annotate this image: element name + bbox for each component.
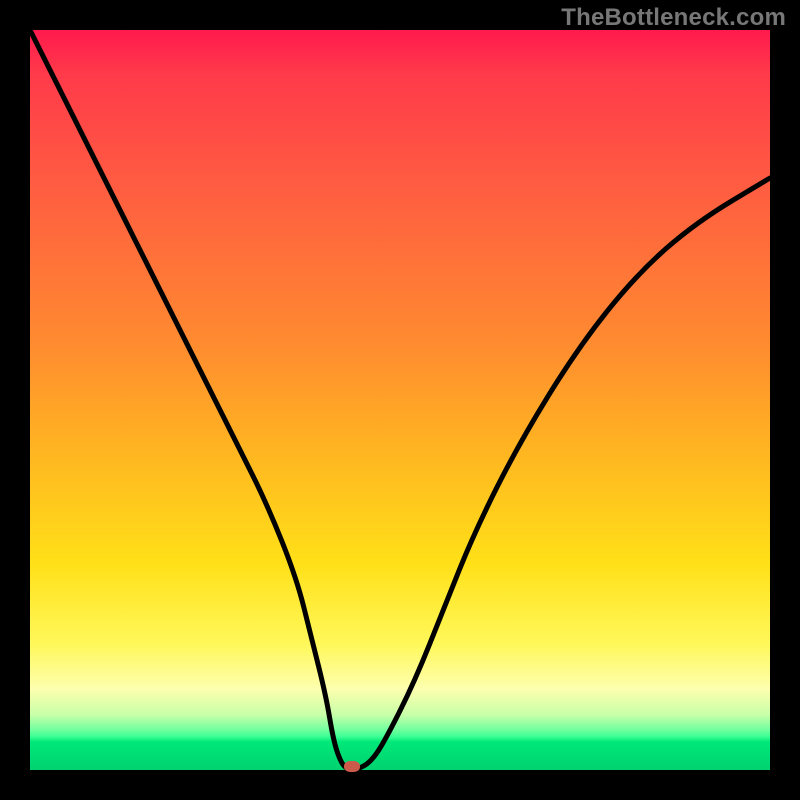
- bottleneck-curve: [30, 30, 770, 770]
- watermark-text: TheBottleneck.com: [561, 4, 786, 32]
- minimum-marker: [344, 761, 360, 772]
- plot-area: [30, 30, 770, 770]
- chart-frame: TheBottleneck.com: [0, 0, 800, 800]
